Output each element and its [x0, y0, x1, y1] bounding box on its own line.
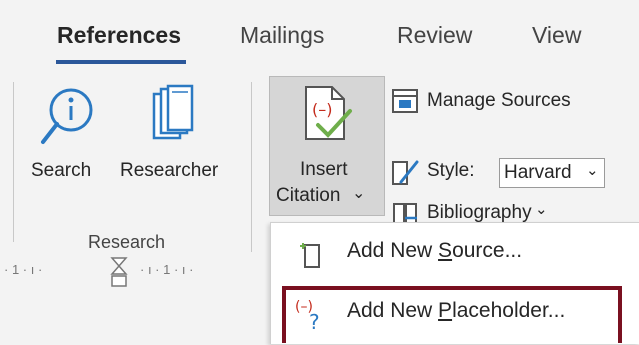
ruler-ticks-mid: · ı · 1 · ı · — [140, 262, 194, 277]
menu-item-add-new-placeholder[interactable]: (–) ? Add New Placeholder... — [271, 285, 639, 345]
indent-marker-icon[interactable] — [108, 256, 130, 290]
chevron-down-icon[interactable]: ⌄ — [586, 161, 599, 179]
ruler-ticks-left: · 1 · ı · — [4, 262, 43, 277]
menu-item-label: Add New Source... — [347, 239, 522, 263]
active-tab-indicator — [56, 60, 186, 64]
style-select[interactable]: Harvard ⌄ — [499, 158, 605, 188]
tab-view[interactable]: View — [532, 22, 581, 49]
add-source-icon — [300, 243, 320, 268]
search-label: Search — [31, 160, 92, 181]
group-separator — [251, 82, 252, 252]
label-suffix: laceholder... — [452, 299, 566, 322]
insert-citation-icon: (–) — [305, 86, 352, 140]
style-select-value: Harvard — [504, 162, 572, 183]
manage-sources-icon — [392, 89, 418, 113]
label-suffix: ource... — [452, 239, 523, 262]
insert-citation-dropdown: Add New Source... (–) ? Add New Placehol… — [270, 222, 639, 344]
chevron-down-icon: ⌄ — [535, 201, 548, 218]
manage-sources-button[interactable]: Manage Sources — [389, 86, 639, 118]
researcher-label: Researcher — [120, 160, 219, 181]
svg-text:(–): (–) — [312, 100, 332, 119]
bibliography-label: Bibliography — [427, 202, 532, 223]
insert-citation-button[interactable]: (–) Insert Citation ⌄ — [269, 76, 385, 216]
group-separator — [13, 82, 14, 242]
chevron-down-icon: ⌄ — [352, 185, 366, 202]
svg-text:?: ? — [309, 310, 320, 331]
style-label: Style: — [427, 160, 475, 181]
researcher-icon — [152, 84, 194, 140]
research-group-label: Research — [88, 232, 166, 252]
insert-citation-label-line2: Citation — [276, 185, 341, 206]
label-prefix: Add New — [347, 239, 439, 262]
accelerator-key: S — [438, 239, 453, 262]
manage-sources-label: Manage Sources — [427, 90, 571, 111]
accelerator-key: P — [438, 299, 453, 322]
placeholder-icon: (–) ? — [295, 299, 320, 331]
search-button[interactable]: Search — [27, 84, 113, 194]
tab-review[interactable]: Review — [397, 22, 472, 49]
label-prefix: Add New — [347, 299, 439, 322]
tab-mailings[interactable]: Mailings — [240, 22, 324, 49]
search-icon — [41, 88, 93, 144]
menu-item-label: Add New Placeholder... — [347, 299, 565, 323]
tab-references[interactable]: References — [57, 22, 181, 49]
style-control: Style: — [389, 156, 497, 190]
menu-item-add-new-source[interactable]: Add New Source... — [271, 225, 639, 285]
researcher-button[interactable]: Researcher — [114, 84, 234, 194]
insert-citation-label-line1: Insert — [300, 159, 348, 180]
style-icon — [392, 160, 419, 185]
